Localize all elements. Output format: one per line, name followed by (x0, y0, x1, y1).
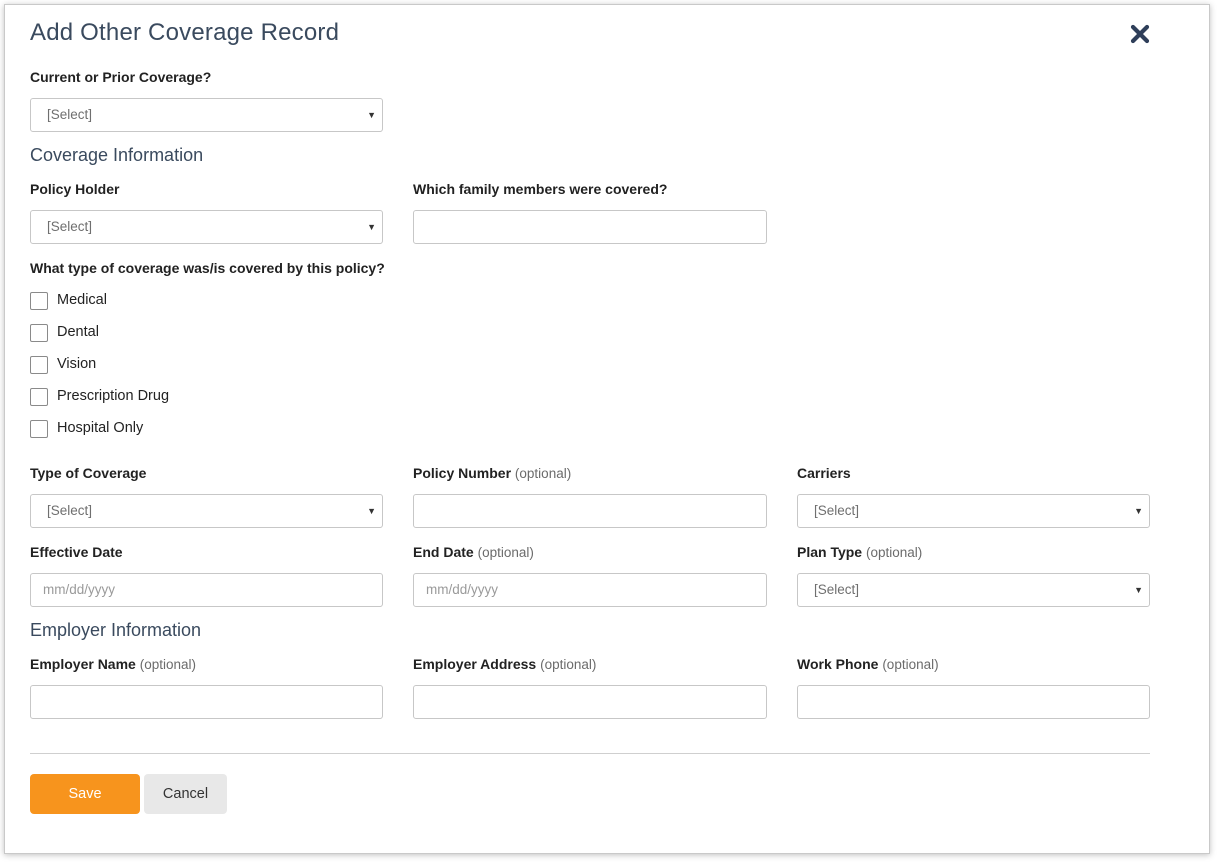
end-date-input[interactable]: mm/dd/yyyy (413, 573, 767, 607)
dental-checkbox[interactable] (30, 324, 48, 342)
end-date-label-text: End Date (413, 544, 474, 560)
optional-hint: (optional) (514, 466, 572, 481)
checkbox-label: Prescription Drug (57, 388, 170, 404)
end-date-placeholder: mm/dd/yyyy (426, 582, 499, 597)
plan-type-label-text: Plan Type (797, 544, 863, 560)
chevron-down-icon: ▼ (367, 506, 376, 516)
checkbox-label: Vision (57, 356, 97, 372)
divider (30, 753, 1150, 754)
policy-number-label-text: Policy Number (413, 465, 512, 481)
policy-holder-select[interactable]: [Select] ▼ (30, 210, 383, 244)
plan-type-select[interactable]: [Select] ▼ (797, 573, 1150, 607)
checkbox-label: Dental (57, 324, 99, 340)
add-coverage-modal: Add Other Coverage Record Current or Pri… (4, 4, 1210, 854)
carriers-value: [Select] (814, 503, 860, 518)
plan-type-value: [Select] (814, 582, 860, 597)
effective-date-input[interactable]: mm/dd/yyyy (30, 573, 383, 607)
chevron-down-icon: ▼ (1134, 585, 1143, 595)
chevron-down-icon: ▼ (367, 222, 376, 232)
employer-info-heading: Employer Information (30, 620, 202, 640)
type-of-coverage-select[interactable]: [Select] ▼ (30, 494, 383, 528)
vision-checkbox[interactable] (30, 356, 48, 374)
policy-number-input[interactable] (413, 494, 767, 528)
checkbox-label: Medical (57, 292, 107, 308)
optional-hint: (optional) (865, 545, 923, 560)
modal-title: Add Other Coverage Record (30, 19, 340, 46)
employer-address-label: Employer Address (optional) (413, 656, 596, 672)
end-date-label: End Date (optional) (413, 544, 534, 560)
coverage-info-heading: Coverage Information (30, 145, 204, 165)
family-members-label: Which family members were covered? (413, 181, 668, 197)
work-phone-label-text: Work Phone (797, 656, 879, 672)
save-button[interactable]: Save (30, 774, 140, 814)
effective-date-label: Effective Date (30, 544, 123, 560)
employer-name-label-text: Employer Name (30, 656, 136, 672)
type-of-coverage-value: [Select] (47, 503, 93, 518)
optional-hint: (optional) (477, 545, 534, 560)
optional-hint: (optional) (139, 657, 196, 672)
family-members-input[interactable] (413, 210, 767, 244)
effective-date-placeholder: mm/dd/yyyy (43, 582, 116, 597)
carriers-label: Carriers (797, 465, 851, 481)
hospital-only-checkbox[interactable] (30, 420, 48, 438)
coverage-types-question: What type of coverage was/is covered by … (30, 260, 385, 276)
optional-hint: (optional) (540, 657, 597, 672)
checkbox-label: Hospital Only (57, 420, 144, 436)
type-of-coverage-label: Type of Coverage (30, 465, 147, 481)
policy-number-label: Policy Number (optional) (413, 465, 571, 481)
employer-name-label: Employer Name (optional) (30, 656, 196, 672)
optional-hint: (optional) (882, 657, 939, 672)
plan-type-label: Plan Type (optional) (797, 544, 922, 560)
current-prior-select[interactable]: [Select] ▼ (30, 98, 383, 132)
employer-address-label-text: Employer Address (413, 656, 537, 672)
employer-address-input[interactable] (413, 685, 767, 719)
work-phone-label: Work Phone (optional) (797, 656, 939, 672)
close-icon[interactable] (1127, 21, 1153, 47)
carriers-select[interactable]: [Select] ▼ (797, 494, 1150, 528)
chevron-down-icon: ▼ (367, 110, 376, 120)
current-prior-label: Current or Prior Coverage? (30, 69, 212, 85)
medical-checkbox[interactable] (30, 292, 48, 310)
prescription-drug-checkbox[interactable] (30, 388, 48, 406)
cancel-button[interactable]: Cancel (144, 774, 227, 814)
work-phone-input[interactable] (797, 685, 1150, 719)
chevron-down-icon: ▼ (1134, 506, 1143, 516)
employer-name-input[interactable] (30, 685, 383, 719)
current-prior-value: [Select] (47, 107, 93, 122)
policy-holder-value: [Select] (47, 219, 93, 234)
policy-holder-label: Policy Holder (30, 181, 120, 197)
